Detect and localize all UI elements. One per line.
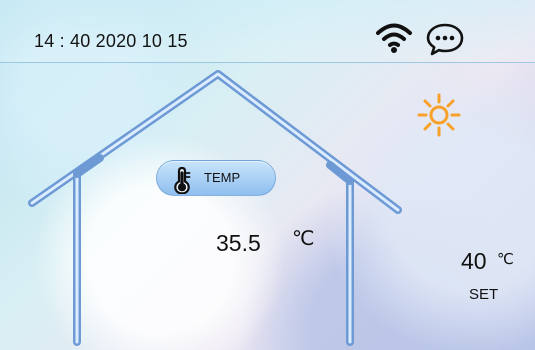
temp-label: TEMP xyxy=(204,170,241,185)
thermometer-icon xyxy=(174,166,191,194)
current-temperature-unit: ℃ xyxy=(292,228,315,250)
set-temperature-label[interactable]: SET xyxy=(469,286,498,304)
wifi-inner-arc xyxy=(388,41,400,47)
thermometer-bulb xyxy=(177,183,187,192)
sun-ray-bottom-left xyxy=(423,122,432,131)
sun-ray-bottom-right xyxy=(446,122,455,131)
sun-center xyxy=(429,105,449,125)
wifi-outer-arc xyxy=(376,23,412,35)
current-temperature-value: 35.5 xyxy=(216,230,261,256)
set-temperature-value[interactable]: 40 xyxy=(461,248,487,274)
set-temperature-unit: ℃ xyxy=(497,251,514,268)
house-left-roof-return xyxy=(73,154,104,178)
status-bar: 14 : 40 2020 10 15 xyxy=(0,0,535,63)
chat-dot-right xyxy=(449,35,455,41)
sun-ray-top-right xyxy=(446,99,455,108)
wifi-dot xyxy=(391,47,397,53)
house-right-roof-return xyxy=(326,161,354,185)
wifi-middle-arc xyxy=(382,32,406,41)
sun-ray-top-left xyxy=(423,99,432,108)
thermostat-screen: 14 : 40 2020 10 15 TEMP 35.5 ℃ 40 ℃ SET xyxy=(0,0,535,350)
wifi-icon[interactable] xyxy=(374,23,414,55)
chat-dot-left xyxy=(435,35,441,41)
temp-button[interactable]: TEMP xyxy=(156,160,276,196)
sun-icon xyxy=(417,93,461,137)
chat-bubble-icon[interactable] xyxy=(424,20,466,58)
chat-dot-middle xyxy=(442,35,448,41)
time-date-label: 14 : 40 2020 10 15 xyxy=(34,31,188,51)
